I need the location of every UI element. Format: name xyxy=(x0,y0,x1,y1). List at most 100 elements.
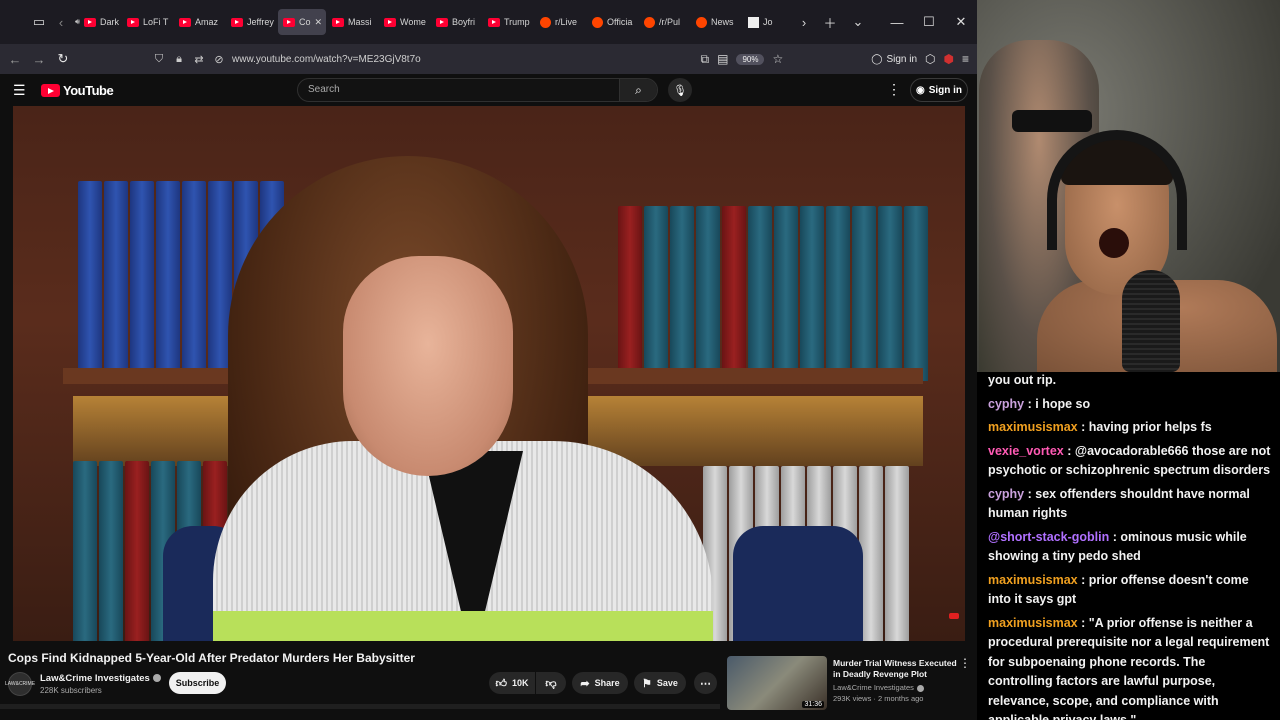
tab-scroll-right-icon[interactable]: › xyxy=(795,9,813,35)
tab-label: /r/Pul xyxy=(659,17,681,27)
zoom-level[interactable]: 90% xyxy=(736,53,765,65)
ublock-icon[interactable]: ⬢ xyxy=(944,52,954,66)
youtube-favicon-icon xyxy=(436,17,448,27)
browser-tab[interactable]: Officia xyxy=(587,9,638,35)
url-text[interactable]: www.youtube.com/watch?v=ME23GjV8t7o xyxy=(232,54,421,65)
browser-tab[interactable]: 🔊︎ Dark S xyxy=(70,9,121,35)
youtube-masthead: ☰ YouTube Search ⌕ 🎙︎ ⋮ ◉ Sign in xyxy=(0,74,977,106)
microphone-prop xyxy=(1122,270,1180,372)
url-bar[interactable]: ⛉ 🔒︎ ⇄ ⊘ www.youtube.com/watch?v=ME23GjV… xyxy=(152,47,772,71)
browser-tab[interactable]: /r/Pul xyxy=(639,9,690,35)
channel-name-link[interactable]: Law&Crime Investigates xyxy=(40,673,161,684)
recommended-thumbnail[interactable]: 31:36 xyxy=(727,656,827,710)
search-button[interactable]: ⌕ xyxy=(619,79,657,101)
tab-label: Dark S xyxy=(100,17,121,27)
chat-username[interactable]: cyphy xyxy=(988,397,1024,411)
recommended-more-icon[interactable]: ⋮ xyxy=(959,656,971,670)
forward-icon[interactable]: → xyxy=(27,52,51,67)
chat-username[interactable]: maximusismax xyxy=(988,420,1078,434)
voice-search-button[interactable]: 🎙︎ xyxy=(668,78,692,102)
browser-tab[interactable]: News xyxy=(691,9,742,35)
recommended-channel[interactable]: Law&Crime Investigates xyxy=(833,683,924,692)
tab-strip: ▭ ‹ 🔊︎ Dark S LoFi T Amaz Jeffrey Co ✕ Massi Wom… xyxy=(0,0,977,44)
verified-badge-icon xyxy=(152,674,161,683)
chat-message: cyphy : i hope so xyxy=(988,395,1272,415)
maximize-icon[interactable]: ☐ xyxy=(913,14,945,30)
youtube-favicon-icon xyxy=(179,17,191,27)
tab-label: Boyfri xyxy=(452,17,476,27)
like-button[interactable]: 👍︎ 10K xyxy=(489,672,535,694)
account-signin-button[interactable]: ◯ Sign in xyxy=(871,54,917,65)
new-tab-icon[interactable]: ＋ xyxy=(817,9,843,35)
browser-tab[interactable]: Massi xyxy=(327,9,378,35)
dislike-button[interactable]: 👎︎ xyxy=(536,672,566,694)
browser-tab[interactable]: Amaz xyxy=(174,9,225,35)
verified-badge-icon xyxy=(916,684,924,692)
youtube-logo[interactable]: YouTube xyxy=(41,83,114,98)
subscribe-button[interactable]: Subscribe xyxy=(169,672,226,694)
video-presenter-face xyxy=(343,256,513,476)
tab-label: Amaz xyxy=(195,17,219,27)
chat-message: maximusismax : having prior helps fs xyxy=(988,418,1272,438)
chat-username[interactable]: cyphy xyxy=(988,487,1024,501)
youtube-favicon-icon xyxy=(384,17,396,27)
browser-tab[interactable]: LoFi T xyxy=(122,9,173,35)
close-tab-icon[interactable]: ✕ xyxy=(315,17,323,28)
tracking-off-icon[interactable]: ⊘ xyxy=(212,53,226,66)
tab-label: Jo xyxy=(763,17,773,27)
video-player[interactable] xyxy=(13,106,965,641)
video-presenter-trim xyxy=(213,611,713,641)
youtube-favicon-icon xyxy=(231,17,243,27)
minimize-icon[interactable]: — xyxy=(881,15,913,30)
tab-label: Co xyxy=(299,17,311,27)
youtube-signin-button[interactable]: ◉ Sign in xyxy=(910,78,968,102)
search-icon: ⌕ xyxy=(635,82,642,97)
browser-tab[interactable]: Trump xyxy=(483,9,534,35)
settings-kebab-icon[interactable]: ⋮ xyxy=(887,81,901,98)
video-chair-right xyxy=(733,526,863,641)
chat-username[interactable]: @short-stack-goblin xyxy=(988,530,1109,544)
tab-audio-icon[interactable]: 🔊︎ xyxy=(75,17,80,27)
close-window-icon[interactable]: ✕ xyxy=(945,14,977,30)
browser-tab[interactable]: r/Live xyxy=(535,9,586,35)
browser-tab[interactable]: Boyfri xyxy=(431,9,482,35)
browser-tab[interactable]: Jeffrey xyxy=(226,9,277,35)
recommended-video[interactable]: 31:36 Murder Trial Witness Executed in D… xyxy=(727,656,971,710)
tab-label: LoFi T xyxy=(143,17,169,27)
search-input[interactable]: Search xyxy=(308,84,340,95)
search-box[interactable]: Search ⌕ xyxy=(297,78,658,102)
back-icon[interactable]: ← xyxy=(3,52,27,67)
youtube-play-icon xyxy=(41,84,60,97)
guide-menu-icon[interactable]: ☰ xyxy=(13,82,26,99)
browser-tab[interactable]: Wome xyxy=(379,9,430,35)
chat-username[interactable]: vexie_vortex xyxy=(988,444,1064,458)
recommended-title[interactable]: Murder Trial Witness Executed in Deadly … xyxy=(833,658,958,680)
picture-in-picture-icon[interactable]: ⧉ xyxy=(701,52,710,67)
chat-message: you out rip. xyxy=(988,371,1272,391)
tab-scroll-left-icon[interactable]: ‹ xyxy=(52,9,70,35)
lock-icon[interactable]: 🔒︎ xyxy=(172,53,186,66)
bookmark-star-icon[interactable]: ☆ xyxy=(772,52,783,66)
more-actions-button[interactable]: ⋯ xyxy=(694,672,717,694)
youtube-favicon-icon xyxy=(488,17,500,27)
reload-icon[interactable]: ↻ xyxy=(51,51,75,67)
video-duration: 31:36 xyxy=(802,701,824,708)
tab-overview-icon[interactable]: ▭ xyxy=(26,9,52,35)
reader-view-icon[interactable]: ▤ xyxy=(717,52,728,66)
menu-icon[interactable]: ≡ xyxy=(962,52,969,66)
save-button[interactable]: ⚑ Save xyxy=(634,672,686,694)
chat-text: : i hope so xyxy=(1024,396,1091,411)
browser-tab[interactable]: Jo xyxy=(743,9,794,35)
youtube-favicon-icon xyxy=(127,17,139,27)
browser-tab[interactable]: Co ✕ xyxy=(278,9,326,35)
video-books-upper-right xyxy=(618,206,928,381)
chat-username[interactable]: maximusismax xyxy=(988,616,1078,630)
share-button[interactable]: ➦ Share xyxy=(572,672,628,694)
channel-avatar[interactable]: LAW&CRIME xyxy=(5,672,35,696)
extensions-icon[interactable]: ⬡ xyxy=(925,52,935,66)
tab-list-chevron-icon[interactable]: ⌄ xyxy=(845,9,871,35)
permissions-icon[interactable]: ⇄ xyxy=(192,53,206,66)
shield-icon[interactable]: ⛉ xyxy=(152,53,166,66)
chat-username[interactable]: maximusismax xyxy=(988,573,1078,587)
user-circle-icon: ◉ xyxy=(915,84,925,96)
